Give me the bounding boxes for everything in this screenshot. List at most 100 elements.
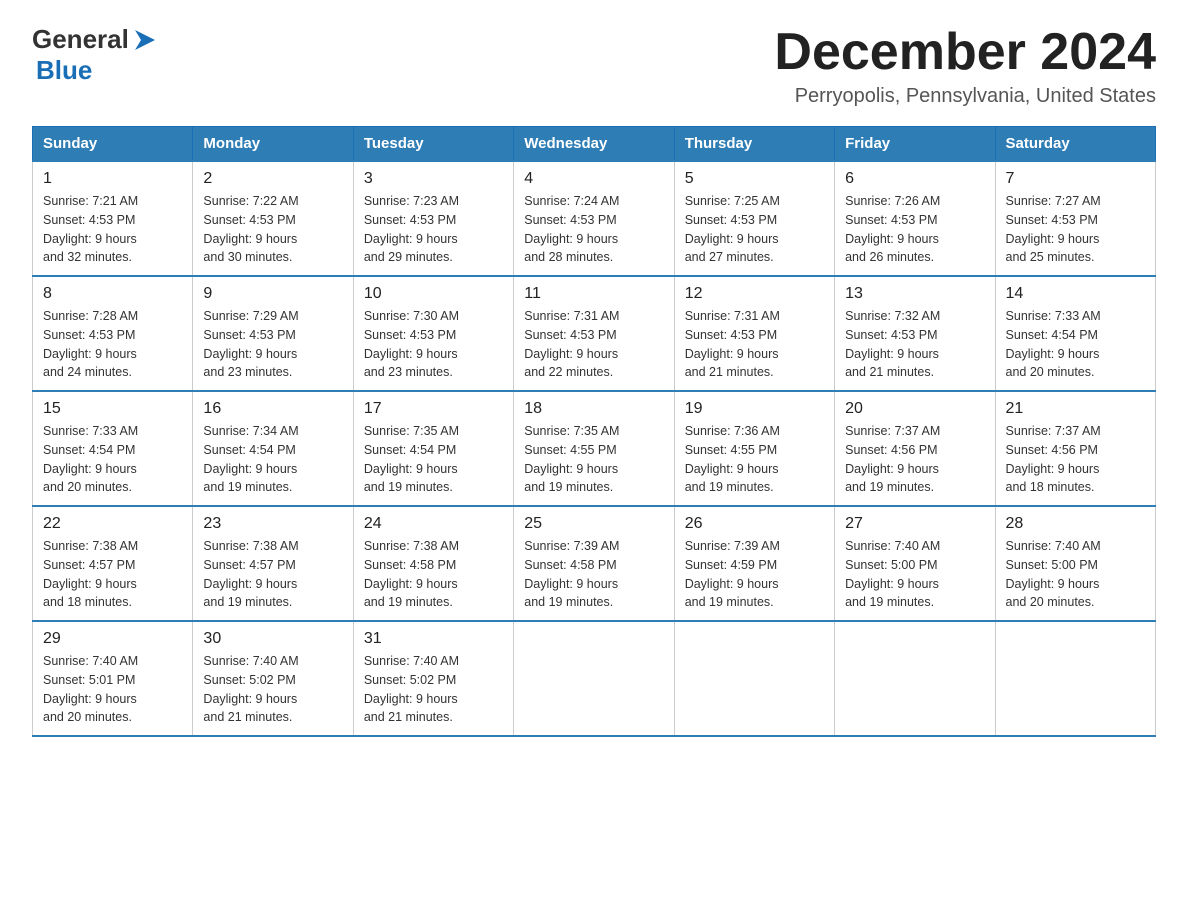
calendar-cell: 10 Sunrise: 7:30 AMSunset: 4:53 PMDaylig…: [353, 276, 513, 391]
calendar-table: Sunday Monday Tuesday Wednesday Thursday…: [32, 126, 1156, 737]
calendar-cell: 21 Sunrise: 7:37 AMSunset: 4:56 PMDaylig…: [995, 391, 1155, 506]
day-number: 27: [845, 515, 984, 533]
day-info: Sunrise: 7:28 AMSunset: 4:53 PMDaylight:…: [43, 309, 138, 379]
calendar-cell: [514, 621, 674, 736]
day-info: Sunrise: 7:29 AMSunset: 4:53 PMDaylight:…: [203, 309, 298, 379]
location-subtitle: Perryopolis, Pennsylvania, United States: [774, 85, 1156, 108]
day-info: Sunrise: 7:32 AMSunset: 4:53 PMDaylight:…: [845, 309, 940, 379]
title-area: December 2024 Perryopolis, Pennsylvania,…: [774, 24, 1156, 108]
day-info: Sunrise: 7:40 AMSunset: 5:01 PMDaylight:…: [43, 654, 138, 724]
day-info: Sunrise: 7:26 AMSunset: 4:53 PMDaylight:…: [845, 194, 940, 264]
calendar-cell: 25 Sunrise: 7:39 AMSunset: 4:58 PMDaylig…: [514, 506, 674, 621]
calendar-cell: 18 Sunrise: 7:35 AMSunset: 4:55 PMDaylig…: [514, 391, 674, 506]
day-info: Sunrise: 7:25 AMSunset: 4:53 PMDaylight:…: [685, 194, 780, 264]
day-info: Sunrise: 7:40 AMSunset: 5:00 PMDaylight:…: [845, 539, 940, 609]
calendar-cell: 24 Sunrise: 7:38 AMSunset: 4:58 PMDaylig…: [353, 506, 513, 621]
day-number: 21: [1006, 400, 1145, 418]
calendar-cell: 16 Sunrise: 7:34 AMSunset: 4:54 PMDaylig…: [193, 391, 353, 506]
logo-arrow-icon: [131, 26, 159, 54]
day-number: 8: [43, 285, 182, 303]
day-number: 1: [43, 170, 182, 188]
day-number: 23: [203, 515, 342, 533]
day-info: Sunrise: 7:35 AMSunset: 4:55 PMDaylight:…: [524, 424, 619, 494]
col-header-thursday: Thursday: [674, 127, 834, 162]
day-number: 9: [203, 285, 342, 303]
day-number: 11: [524, 285, 663, 303]
day-info: Sunrise: 7:37 AMSunset: 4:56 PMDaylight:…: [845, 424, 940, 494]
page-header: General Blue December 2024 Perryopolis, …: [32, 24, 1156, 108]
day-number: 6: [845, 170, 984, 188]
day-number: 29: [43, 630, 182, 648]
day-info: Sunrise: 7:34 AMSunset: 4:54 PMDaylight:…: [203, 424, 298, 494]
calendar-cell: 28 Sunrise: 7:40 AMSunset: 5:00 PMDaylig…: [995, 506, 1155, 621]
col-header-saturday: Saturday: [995, 127, 1155, 162]
col-header-friday: Friday: [835, 127, 995, 162]
calendar-cell: 6 Sunrise: 7:26 AMSunset: 4:53 PMDayligh…: [835, 161, 995, 276]
day-number: 18: [524, 400, 663, 418]
day-number: 5: [685, 170, 824, 188]
day-info: Sunrise: 7:31 AMSunset: 4:53 PMDaylight:…: [524, 309, 619, 379]
calendar-cell: 26 Sunrise: 7:39 AMSunset: 4:59 PMDaylig…: [674, 506, 834, 621]
day-info: Sunrise: 7:40 AMSunset: 5:02 PMDaylight:…: [364, 654, 459, 724]
day-info: Sunrise: 7:35 AMSunset: 4:54 PMDaylight:…: [364, 424, 459, 494]
calendar-cell: 19 Sunrise: 7:36 AMSunset: 4:55 PMDaylig…: [674, 391, 834, 506]
calendar-cell: 15 Sunrise: 7:33 AMSunset: 4:54 PMDaylig…: [33, 391, 193, 506]
col-header-tuesday: Tuesday: [353, 127, 513, 162]
calendar-cell: 20 Sunrise: 7:37 AMSunset: 4:56 PMDaylig…: [835, 391, 995, 506]
calendar-cell: 30 Sunrise: 7:40 AMSunset: 5:02 PMDaylig…: [193, 621, 353, 736]
day-info: Sunrise: 7:27 AMSunset: 4:53 PMDaylight:…: [1006, 194, 1101, 264]
calendar-cell: 17 Sunrise: 7:35 AMSunset: 4:54 PMDaylig…: [353, 391, 513, 506]
day-number: 4: [524, 170, 663, 188]
logo-text-general: General: [32, 24, 129, 55]
day-number: 16: [203, 400, 342, 418]
day-info: Sunrise: 7:31 AMSunset: 4:53 PMDaylight:…: [685, 309, 780, 379]
col-header-sunday: Sunday: [33, 127, 193, 162]
calendar-header-row: Sunday Monday Tuesday Wednesday Thursday…: [33, 127, 1156, 162]
day-number: 25: [524, 515, 663, 533]
day-info: Sunrise: 7:38 AMSunset: 4:57 PMDaylight:…: [43, 539, 138, 609]
day-number: 30: [203, 630, 342, 648]
day-info: Sunrise: 7:33 AMSunset: 4:54 PMDaylight:…: [43, 424, 138, 494]
logo-text-blue: Blue: [36, 55, 92, 86]
day-number: 31: [364, 630, 503, 648]
calendar-cell: 14 Sunrise: 7:33 AMSunset: 4:54 PMDaylig…: [995, 276, 1155, 391]
day-number: 15: [43, 400, 182, 418]
calendar-cell: 11 Sunrise: 7:31 AMSunset: 4:53 PMDaylig…: [514, 276, 674, 391]
day-info: Sunrise: 7:37 AMSunset: 4:56 PMDaylight:…: [1006, 424, 1101, 494]
day-info: Sunrise: 7:39 AMSunset: 4:59 PMDaylight:…: [685, 539, 780, 609]
day-info: Sunrise: 7:21 AMSunset: 4:53 PMDaylight:…: [43, 194, 138, 264]
day-number: 10: [364, 285, 503, 303]
day-number: 19: [685, 400, 824, 418]
calendar-cell: [674, 621, 834, 736]
day-info: Sunrise: 7:23 AMSunset: 4:53 PMDaylight:…: [364, 194, 459, 264]
day-number: 24: [364, 515, 503, 533]
calendar-week-3: 15 Sunrise: 7:33 AMSunset: 4:54 PMDaylig…: [33, 391, 1156, 506]
day-number: 14: [1006, 285, 1145, 303]
calendar-cell: 3 Sunrise: 7:23 AMSunset: 4:53 PMDayligh…: [353, 161, 513, 276]
calendar-cell: [995, 621, 1155, 736]
day-number: 2: [203, 170, 342, 188]
day-number: 3: [364, 170, 503, 188]
calendar-cell: 29 Sunrise: 7:40 AMSunset: 5:01 PMDaylig…: [33, 621, 193, 736]
day-number: 26: [685, 515, 824, 533]
day-number: 12: [685, 285, 824, 303]
day-info: Sunrise: 7:38 AMSunset: 4:58 PMDaylight:…: [364, 539, 459, 609]
calendar-cell: 1 Sunrise: 7:21 AMSunset: 4:53 PMDayligh…: [33, 161, 193, 276]
calendar-week-5: 29 Sunrise: 7:40 AMSunset: 5:01 PMDaylig…: [33, 621, 1156, 736]
calendar-week-1: 1 Sunrise: 7:21 AMSunset: 4:53 PMDayligh…: [33, 161, 1156, 276]
day-number: 22: [43, 515, 182, 533]
calendar-cell: 22 Sunrise: 7:38 AMSunset: 4:57 PMDaylig…: [33, 506, 193, 621]
month-title: December 2024: [774, 24, 1156, 81]
day-info: Sunrise: 7:30 AMSunset: 4:53 PMDaylight:…: [364, 309, 459, 379]
col-header-monday: Monday: [193, 127, 353, 162]
day-info: Sunrise: 7:22 AMSunset: 4:53 PMDaylight:…: [203, 194, 298, 264]
calendar-cell: 12 Sunrise: 7:31 AMSunset: 4:53 PMDaylig…: [674, 276, 834, 391]
logo: General Blue: [32, 24, 159, 86]
day-info: Sunrise: 7:24 AMSunset: 4:53 PMDaylight:…: [524, 194, 619, 264]
calendar-cell: 31 Sunrise: 7:40 AMSunset: 5:02 PMDaylig…: [353, 621, 513, 736]
calendar-cell: 4 Sunrise: 7:24 AMSunset: 4:53 PMDayligh…: [514, 161, 674, 276]
col-header-wednesday: Wednesday: [514, 127, 674, 162]
day-info: Sunrise: 7:39 AMSunset: 4:58 PMDaylight:…: [524, 539, 619, 609]
calendar-cell: 23 Sunrise: 7:38 AMSunset: 4:57 PMDaylig…: [193, 506, 353, 621]
day-info: Sunrise: 7:36 AMSunset: 4:55 PMDaylight:…: [685, 424, 780, 494]
